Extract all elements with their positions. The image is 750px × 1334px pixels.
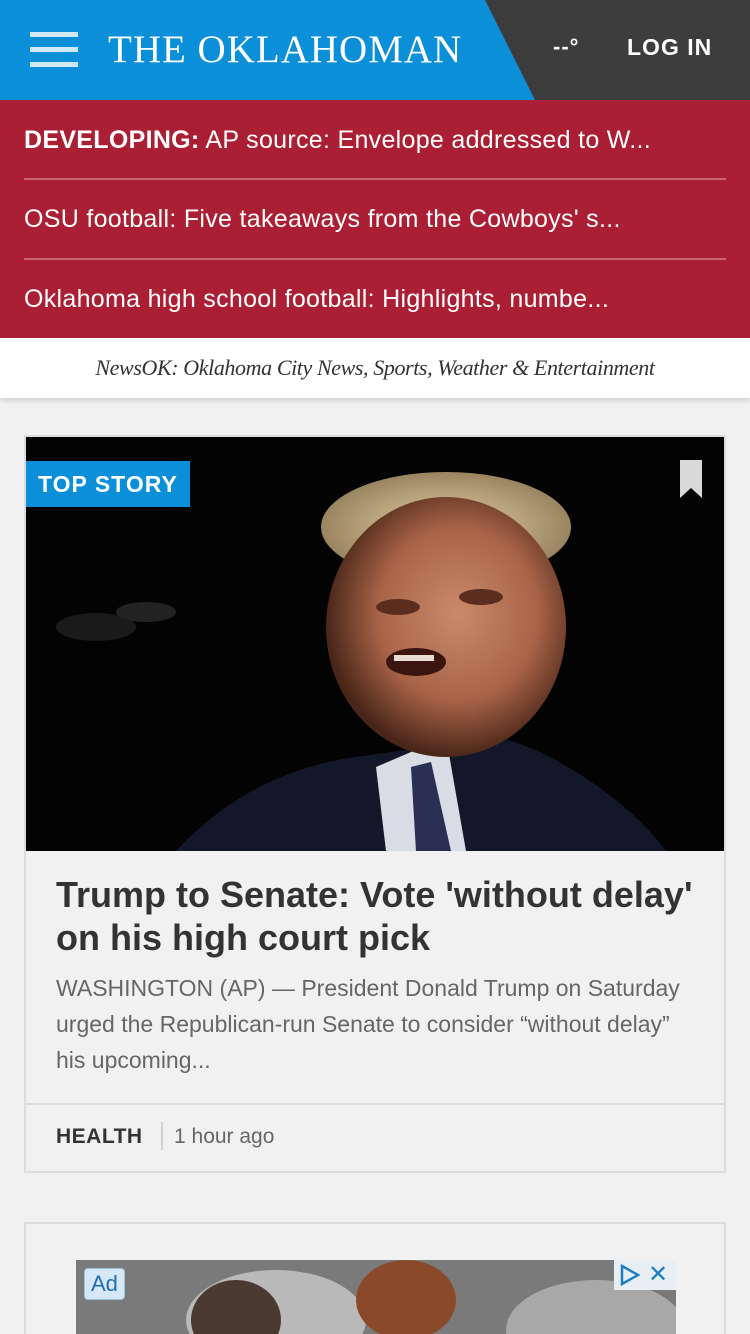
ad-image[interactable]: Ad ✕ — [76, 1260, 676, 1334]
breaking-news-bar: DEVELOPING: AP source: Envelope addresse… — [0, 100, 750, 338]
menu-icon[interactable] — [30, 32, 78, 68]
top-story-card[interactable]: TOP STORY Trump to Senate: Vote 'without… — [24, 435, 726, 1173]
breaking-news-text: OSU football: Five takeaways from the Co… — [24, 205, 621, 233]
story-summary: WASHINGTON (AP) — President Donald Trump… — [56, 975, 680, 1073]
weather-temperature[interactable]: --° — [553, 34, 579, 60]
login-button[interactable]: LOG IN — [627, 34, 712, 61]
bookmark-icon[interactable] — [680, 460, 702, 503]
ad-label: Ad — [84, 1268, 125, 1300]
breaking-news-item[interactable]: Oklahoma high school football: Highlight… — [24, 259, 726, 339]
story-timestamp: 1 hour ago — [174, 1125, 275, 1148]
site-logo[interactable]: THE OKLAHOMAN — [108, 28, 462, 72]
ad-card: Ad ✕ — [24, 1222, 726, 1334]
meta-separator — [161, 1122, 163, 1150]
close-ad-icon[interactable]: ✕ — [648, 1261, 668, 1289]
breaking-news-text: AP source: Envelope addressed to W... — [199, 126, 652, 154]
story-headline[interactable]: Trump to Senate: Vote 'without delay' on… — [56, 873, 696, 959]
story-section-link[interactable]: HEALTH — [56, 1125, 143, 1149]
divider — [26, 1103, 724, 1105]
breaking-news-prefix: DEVELOPING: — [24, 126, 200, 154]
story-photo[interactable]: TOP STORY — [26, 437, 724, 851]
ad-photo-illustration — [76, 1260, 676, 1334]
breaking-news-text: Oklahoma high school football: Highlight… — [24, 285, 610, 313]
top-header: THE OKLAHOMAN --° LOG IN — [0, 0, 750, 100]
ad-choices: ✕ — [614, 1260, 676, 1290]
breaking-news-item[interactable]: DEVELOPING: AP source: Envelope addresse… — [24, 100, 726, 180]
top-story-badge: TOP STORY — [26, 461, 190, 507]
site-tagline: NewsOK: Oklahoma City News, Sports, Weat… — [0, 338, 750, 398]
breaking-news-item[interactable]: OSU football: Five takeaways from the Co… — [24, 179, 726, 259]
ad-choices-icon[interactable] — [618, 1263, 642, 1292]
